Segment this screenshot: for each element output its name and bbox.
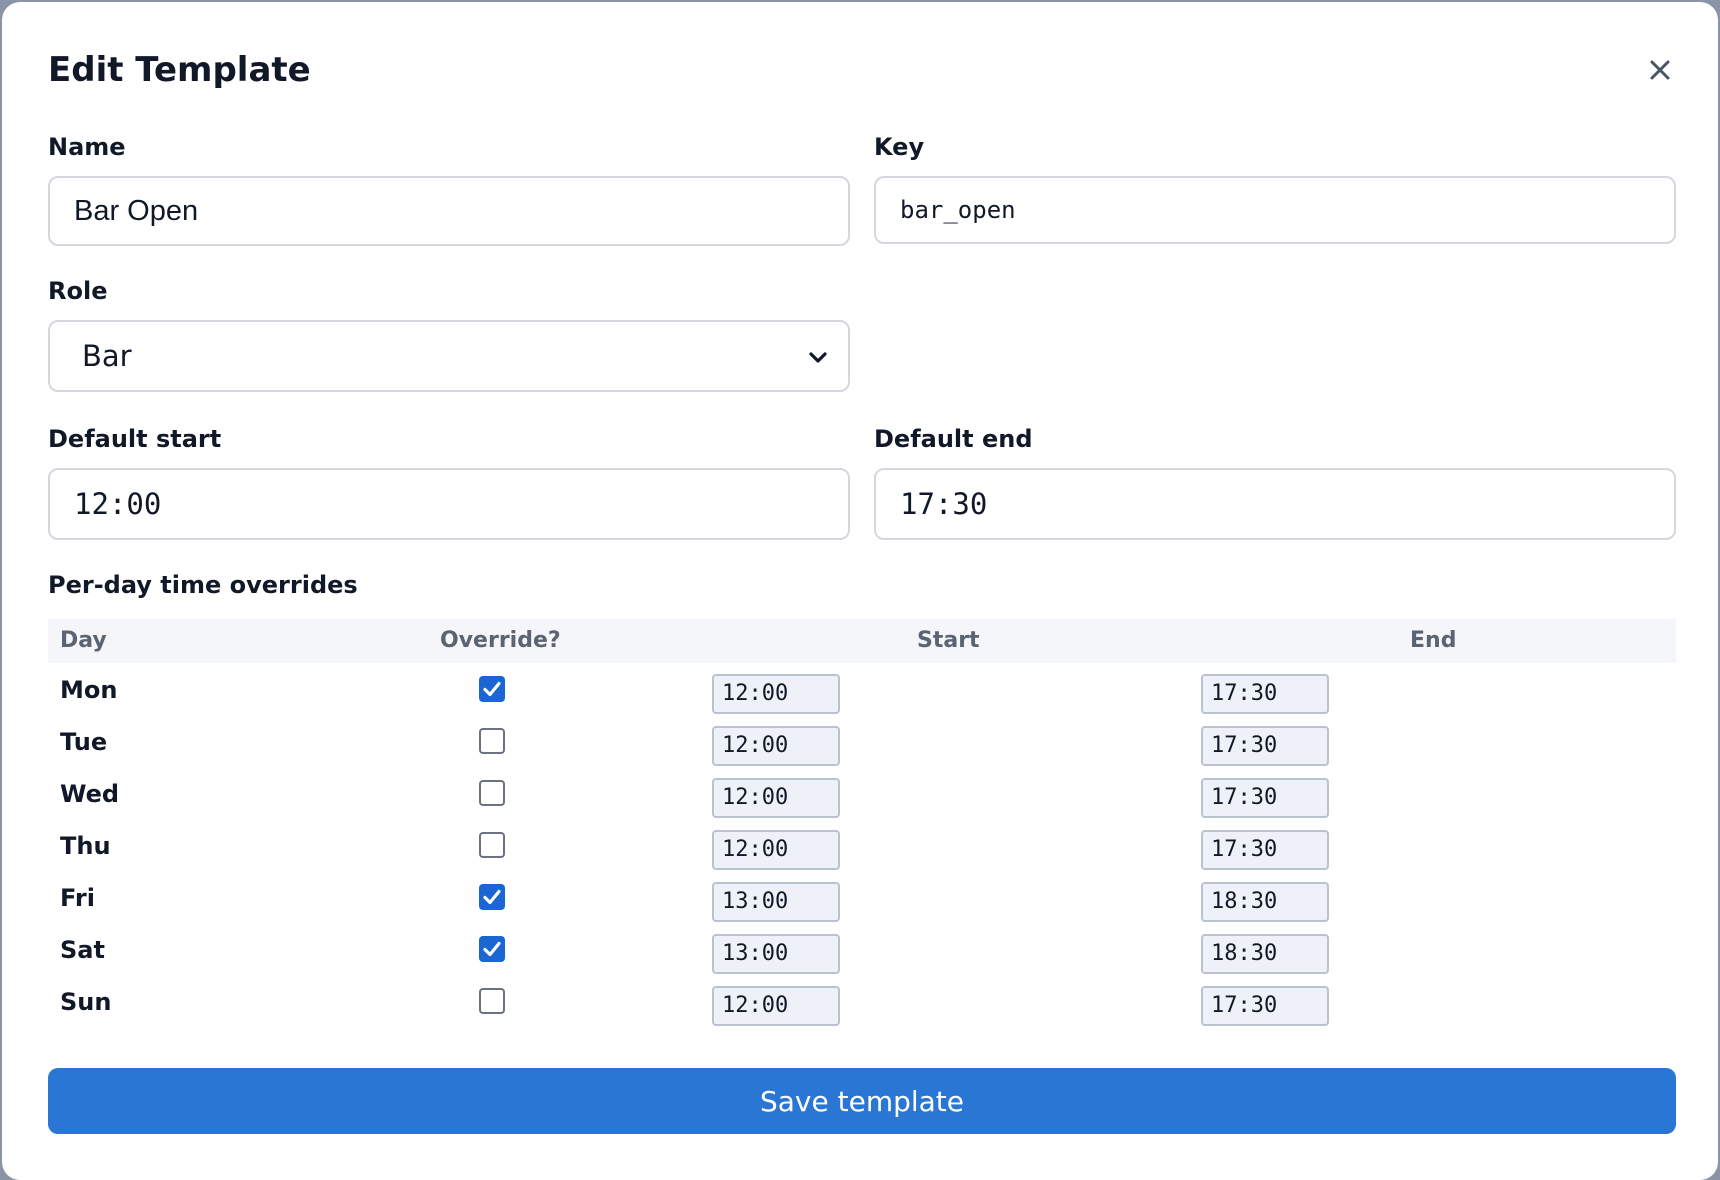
day-label: Sun — [60, 988, 112, 1016]
default-end-label: Default end — [874, 425, 1033, 453]
override-checkbox[interactable] — [479, 676, 505, 702]
end-time-input[interactable]: 17:30 — [1201, 674, 1329, 714]
day-label: Tue — [60, 728, 108, 756]
check-icon — [483, 889, 501, 905]
day-label: Mon — [60, 676, 118, 704]
end-time-input[interactable]: 18:30 — [1201, 882, 1329, 922]
column-header-override: Override? — [440, 628, 561, 653]
table-row: Mon 12:00 17:30 — [48, 664, 1676, 716]
end-time-input[interactable]: 17:30 — [1201, 830, 1329, 870]
end-time-input[interactable]: 17:30 — [1201, 986, 1329, 1026]
overrides-section-title: Per-day time overrides — [48, 571, 358, 599]
end-time-input[interactable]: 18:30 — [1201, 934, 1329, 974]
override-checkbox[interactable] — [479, 936, 505, 962]
override-checkbox[interactable] — [479, 728, 505, 754]
check-icon — [483, 681, 501, 697]
role-select-value: Bar — [82, 339, 132, 373]
column-header-end: End — [1410, 628, 1457, 653]
overrides-table-header: Day Override? Start End — [48, 619, 1676, 663]
default-end-input[interactable] — [874, 468, 1676, 540]
save-template-button[interactable]: Save template — [48, 1068, 1676, 1134]
start-time-input[interactable]: 13:00 — [712, 882, 840, 922]
role-select[interactable]: Bar — [48, 320, 850, 392]
start-time-input[interactable]: 12:00 — [712, 778, 840, 818]
day-label: Wed — [60, 780, 120, 808]
chevron-down-icon — [809, 352, 827, 363]
column-header-day: Day — [60, 628, 107, 653]
override-checkbox[interactable] — [479, 884, 505, 910]
start-time-input[interactable]: 12:00 — [712, 986, 840, 1026]
table-row: Fri 13:00 18:30 — [48, 872, 1676, 924]
role-label: Role — [48, 277, 108, 305]
key-label: Key — [874, 133, 925, 161]
override-checkbox[interactable] — [479, 988, 505, 1014]
day-label: Thu — [60, 832, 111, 860]
table-row: Wed 12:00 17:30 — [48, 768, 1676, 820]
modal-title: Edit Template — [48, 50, 311, 90]
close-button[interactable] — [1642, 52, 1678, 88]
start-time-input[interactable]: 12:00 — [712, 674, 840, 714]
name-label: Name — [48, 133, 126, 161]
start-time-input[interactable]: 13:00 — [712, 934, 840, 974]
table-row: Sat 13:00 18:30 — [48, 924, 1676, 976]
table-row: Thu 12:00 17:30 — [48, 820, 1676, 872]
end-time-input[interactable]: 17:30 — [1201, 726, 1329, 766]
close-icon — [1650, 60, 1670, 80]
day-label: Fri — [60, 884, 95, 912]
override-checkbox[interactable] — [479, 832, 505, 858]
start-time-input[interactable]: 12:00 — [712, 830, 840, 870]
column-header-start: Start — [917, 628, 980, 653]
check-icon — [483, 941, 501, 957]
key-input[interactable] — [874, 176, 1676, 244]
table-row: Tue 12:00 17:30 — [48, 716, 1676, 768]
edit-template-modal: Edit Template Name Key Role Bar Default … — [2, 2, 1718, 1180]
table-row: Sun 12:00 17:30 — [48, 976, 1676, 1028]
default-start-input[interactable] — [48, 468, 850, 540]
end-time-input[interactable]: 17:30 — [1201, 778, 1329, 818]
override-checkbox[interactable] — [479, 780, 505, 806]
name-input[interactable] — [48, 176, 850, 246]
start-time-input[interactable]: 12:00 — [712, 726, 840, 766]
default-start-label: Default start — [48, 425, 222, 453]
day-label: Sat — [60, 936, 105, 964]
